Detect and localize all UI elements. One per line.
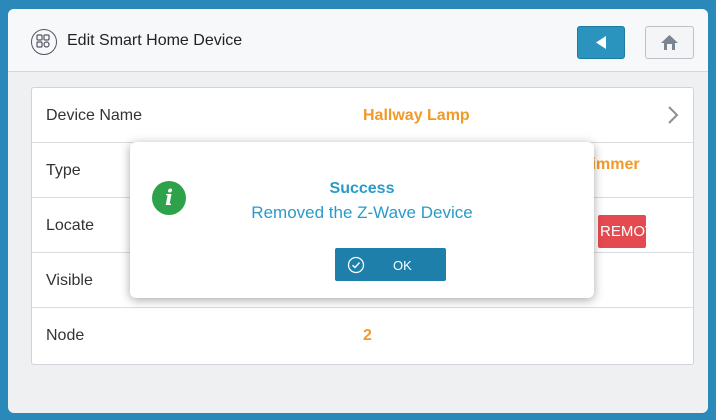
home-button[interactable] xyxy=(645,26,694,59)
ok-button[interactable]: OK xyxy=(335,248,446,281)
home-icon xyxy=(661,35,678,50)
header-bar: Edit Smart Home Device xyxy=(8,9,708,72)
remove-button[interactable]: REMOVE xyxy=(598,215,646,248)
row-device-name[interactable]: Device Name Hallway Lamp xyxy=(32,88,693,143)
row-value-node: 2 xyxy=(363,327,372,344)
row-label-type: Type xyxy=(46,162,81,179)
back-arrow-icon xyxy=(596,36,606,49)
row-label-device-name: Device Name xyxy=(46,107,143,124)
dialog-message: Removed the Z-Wave Device xyxy=(251,203,473,222)
dialog-title: Success xyxy=(329,180,395,197)
check-circle-icon xyxy=(347,256,365,274)
row-node: Node 2 xyxy=(32,308,693,363)
chevron-right-icon xyxy=(668,106,679,124)
smart-device-grid-icon xyxy=(31,29,57,55)
row-value-device-name: Hallway Lamp xyxy=(363,107,470,124)
row-label-node: Node xyxy=(46,327,85,344)
row-label-locate: Locate xyxy=(46,217,95,234)
ok-button-label: OK xyxy=(393,258,412,273)
back-button[interactable] xyxy=(577,26,625,59)
page-title: Edit Smart Home Device xyxy=(67,32,243,49)
success-dialog: i Success Removed the Z-Wave Device OK xyxy=(130,142,594,298)
row-label-visible: Visible xyxy=(46,272,93,289)
